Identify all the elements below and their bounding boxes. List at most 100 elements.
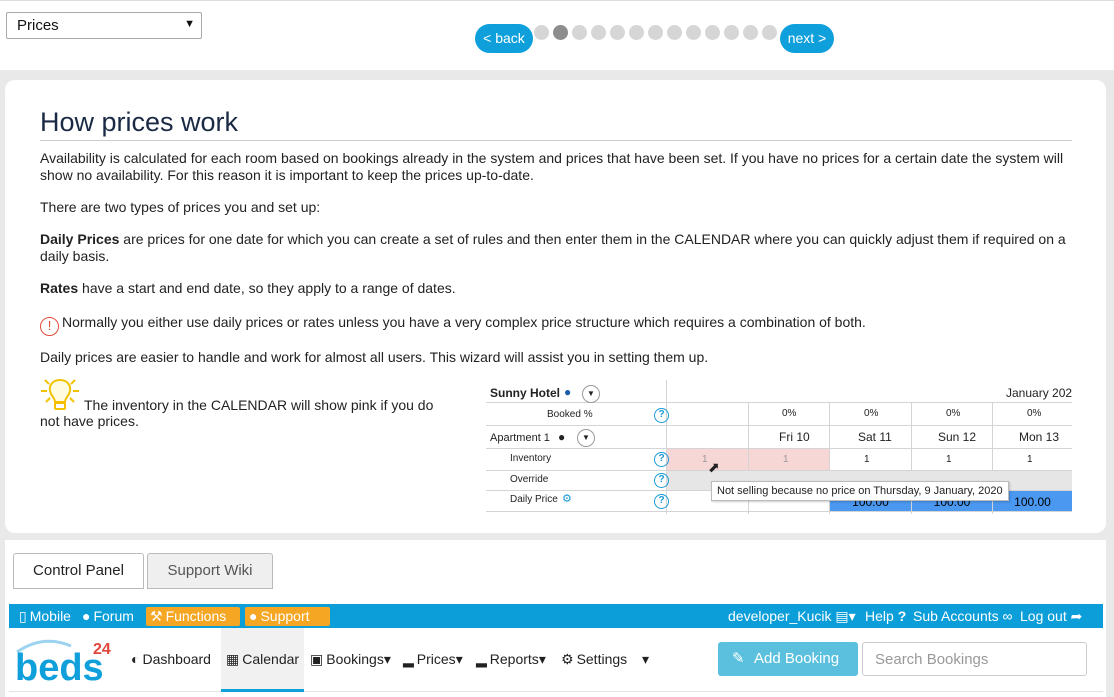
mobile-link[interactable]: ▯ Mobile	[19, 608, 71, 625]
dashboard-icon: ◐	[131, 651, 140, 667]
step-dot[interactable]	[572, 25, 587, 40]
day-header: Mon 13	[1019, 430, 1060, 444]
recommendation-paragraph: Daily prices are easier to handle and wo…	[40, 349, 709, 365]
pencil-icon: ✎	[732, 650, 745, 667]
nav-settings[interactable]: ⚙ Settings	[561, 651, 627, 668]
page-title: How prices work	[40, 107, 1072, 141]
nav-calendar-label: Calendar	[242, 651, 300, 667]
sub-accounts-label: Sub Accounts	[913, 608, 999, 624]
caret-down-icon: ▾	[455, 651, 463, 667]
mobile-icon: ▯	[19, 608, 27, 624]
user-menu[interactable]: developer_Kucik ▤▾	[728, 608, 859, 625]
help-icon[interactable]: ?	[654, 408, 669, 423]
comment-icon: ●	[558, 430, 566, 444]
nav-dashboard[interactable]: ◐ Dashboard	[131, 651, 211, 667]
month-label: January 2020	[1006, 386, 1072, 400]
step-dot[interactable]	[648, 25, 663, 40]
step-dot[interactable]	[610, 25, 625, 40]
wizard-bar: Prices ▼ < back next >	[0, 0, 1114, 70]
booked-value: 0%	[1027, 408, 1042, 419]
inventory-cell-pink[interactable]	[749, 449, 829, 470]
nav-prices[interactable]: ▂ Prices▾	[403, 651, 463, 668]
inventory-value: 1	[946, 454, 952, 465]
warning-text: Normally you either use daily prices or …	[62, 314, 866, 330]
booked-value: 0%	[946, 408, 961, 419]
main-nav: beds 24 ◐ Dashboard ▦ Calendar ▣ Bookings▾ …	[9, 628, 1103, 692]
forum-label: Forum	[93, 608, 134, 624]
logout-icon: ➦	[1070, 608, 1083, 624]
availability-paragraph: Availability is calculated for each room…	[40, 150, 1064, 183]
step-dot[interactable]	[686, 25, 701, 40]
suitcase-icon: ▣	[310, 651, 324, 667]
booked-value: 0%	[864, 408, 879, 419]
logo-sup: 24	[93, 641, 111, 658]
exclamation-icon: !	[40, 317, 59, 336]
nav-reports[interactable]: ▂ Reports▾	[476, 651, 546, 668]
calendar-illustration: 100.00 100.00 100.00 Sunny Hotel ● ▼ Jan…	[486, 380, 1072, 514]
rates-paragraph: Rates have a start and end date, so they…	[40, 280, 1080, 297]
sub-accounts-link[interactable]: Sub Accounts ∞	[913, 608, 1013, 624]
add-booking-label: Add Booking	[754, 650, 840, 667]
support-button[interactable]: ● Support	[245, 607, 330, 626]
back-button[interactable]: < back	[475, 24, 533, 53]
inventory-note: The inventory in the CALENDAR will show …	[40, 397, 434, 429]
price-types-intro: There are two types of prices you and se…	[40, 199, 321, 215]
help-label: Help	[865, 608, 894, 624]
daily-prices-paragraph: Daily Prices are prices for one date for…	[40, 231, 1080, 265]
tab-control-panel[interactable]: Control Panel	[13, 553, 144, 589]
day-header: Fri 10	[779, 430, 810, 444]
warning-paragraph: ! Normally you either use daily prices or…	[40, 314, 1080, 336]
beds24-logo[interactable]: beds 24	[13, 632, 113, 684]
help-icon[interactable]: ?	[654, 494, 669, 509]
step-dot[interactable]	[705, 25, 720, 40]
room-name: Apartment 1	[490, 432, 550, 444]
step-dot-active[interactable]	[553, 25, 568, 40]
tab-support-wiki[interactable]: Support Wiki	[147, 553, 273, 589]
help-icon[interactable]: ?	[654, 452, 669, 467]
next-button[interactable]: next >	[780, 24, 834, 53]
logout-label: Log out	[1020, 608, 1067, 624]
nav-calendar[interactable]: ▦ Calendar	[226, 651, 299, 668]
nav-reports-label: Reports	[489, 651, 539, 667]
forum-link[interactable]: ● Forum	[82, 608, 134, 624]
logout-link[interactable]: Log out ➦	[1020, 608, 1082, 625]
nav-bookings[interactable]: ▣ Bookings▾	[310, 651, 391, 668]
step-dot[interactable]	[743, 25, 758, 40]
comment-icon: ●	[564, 385, 572, 399]
functions-button[interactable]: ⚒ Functions	[146, 607, 240, 626]
support-label: Support	[260, 608, 310, 624]
settings-gear-icon[interactable]: ⚙	[562, 492, 572, 505]
app-top-bar: ▯ Mobile ● Forum ⚒ Functions ● Support devel…	[9, 604, 1103, 628]
step-dot[interactable]	[591, 25, 606, 40]
monitor-icon: ▤▾	[835, 608, 856, 624]
settings-icon: ⚙	[561, 651, 574, 667]
add-booking-button[interactable]: ✎ Add Booking	[718, 642, 858, 676]
calendar-icon: ▦	[226, 651, 240, 667]
info-card: How prices work Availability is calculat…	[5, 80, 1106, 533]
question-icon: ?	[897, 608, 907, 624]
step-dot[interactable]	[534, 25, 549, 40]
help-icon[interactable]: ?	[654, 473, 669, 488]
step-dot[interactable]	[667, 25, 682, 40]
inventory-tooltip: Not selling because no price on Thursday…	[711, 481, 1009, 501]
chat-icon: ●	[82, 608, 91, 624]
hotel-dropdown-chevron-icon[interactable]: ▼	[582, 385, 600, 403]
link-icon: ∞	[1002, 608, 1013, 624]
step-dot[interactable]	[629, 25, 644, 40]
step-dot[interactable]	[762, 25, 777, 40]
room-dropdown-chevron-icon[interactable]: ▼	[577, 429, 595, 447]
help-link[interactable]: Help ?	[865, 608, 906, 624]
step-dot[interactable]	[724, 25, 739, 40]
day-header: Sun 12	[938, 430, 977, 444]
chevron-down-icon: ▼	[184, 18, 195, 30]
mobile-label: Mobile	[29, 608, 71, 624]
bar-chart-icon: ▂	[476, 651, 487, 667]
search-bookings-input[interactable]: Search Bookings	[862, 642, 1087, 676]
wrench-icon: ⚒	[150, 608, 163, 624]
section-select[interactable]: Prices ▼	[6, 12, 202, 39]
chat-icon: ●	[249, 608, 258, 624]
more-menu-caret-icon[interactable]: ▾	[642, 651, 649, 668]
day-header: Sat 11	[858, 430, 892, 444]
daily-price-label: Daily Price	[510, 494, 558, 505]
user-name: developer_Kucik	[728, 608, 832, 624]
